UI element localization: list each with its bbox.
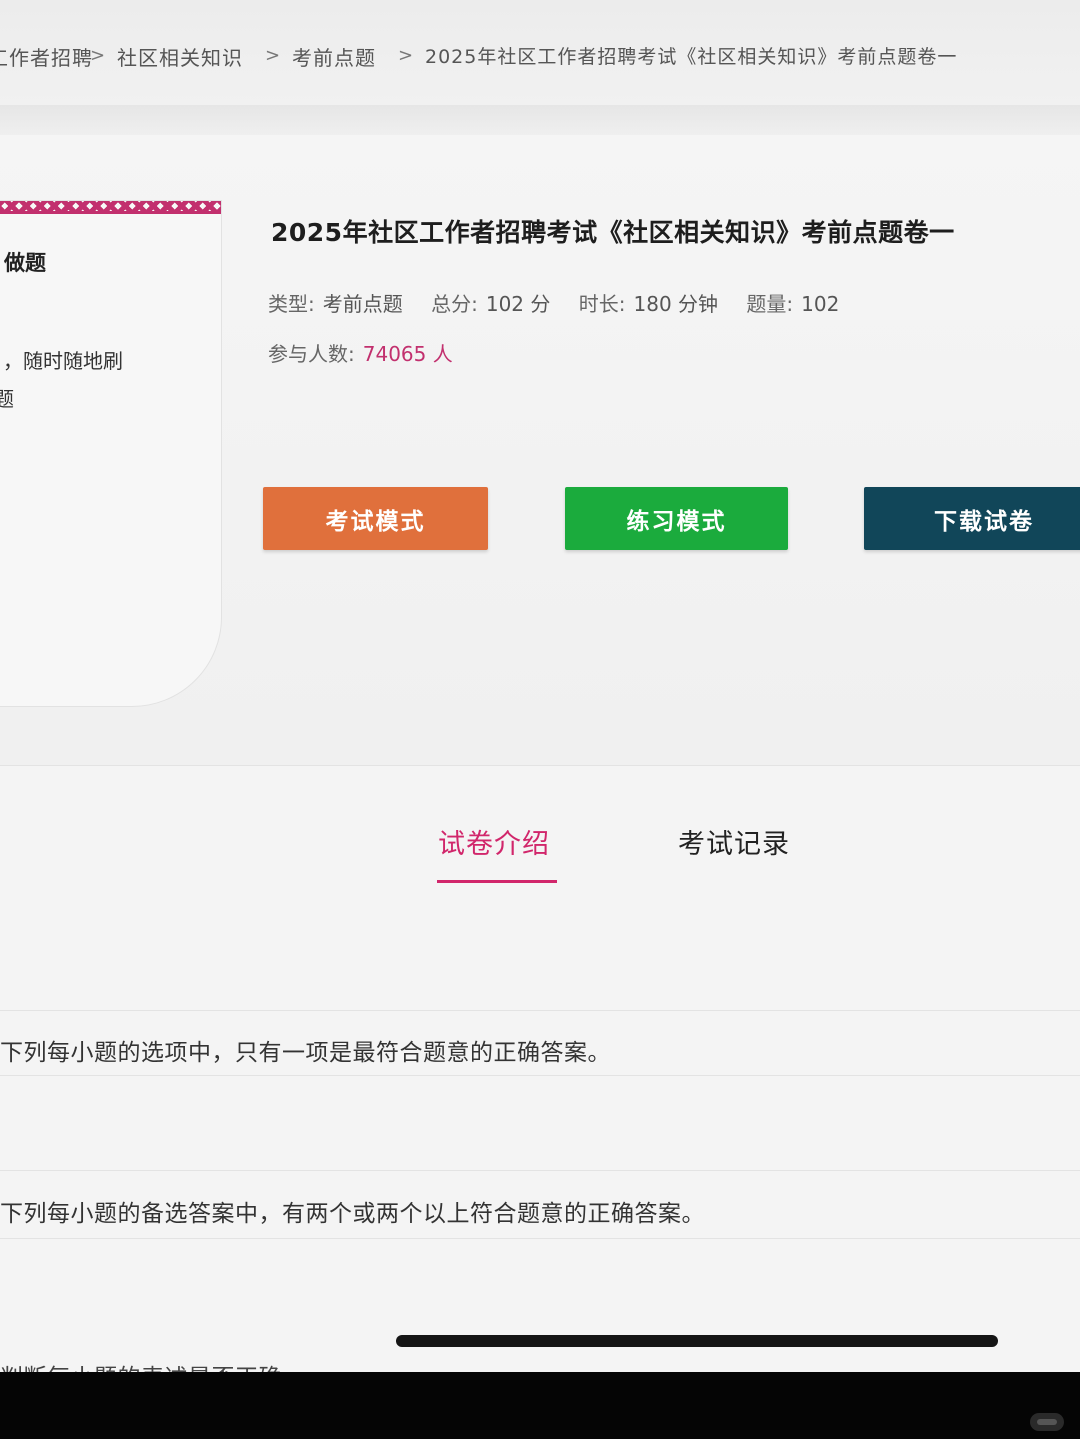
count-value: 102 bbox=[801, 292, 840, 316]
participants-label: 参与人数: bbox=[268, 342, 355, 366]
watermark-icon bbox=[1030, 1413, 1064, 1431]
active-tab-indicator bbox=[437, 880, 557, 883]
app-promo-card[interactable]: 做题 ，随时随地刷 题 bbox=[0, 200, 222, 707]
promo-title: 做题 bbox=[4, 251, 46, 275]
type-label: 类型: bbox=[268, 292, 315, 316]
duration-value: 180 分钟 bbox=[633, 292, 719, 316]
count-label: 题量: bbox=[746, 292, 794, 316]
breadcrumb-item-preexam[interactable]: 考前点题 bbox=[292, 42, 376, 71]
divider bbox=[0, 1075, 1080, 1076]
header-band bbox=[0, 105, 1080, 135]
zigzag-border bbox=[0, 201, 221, 214]
paper-title: 2025年社区工作者招聘考试《社区相关知识》考前点题卷一 bbox=[271, 218, 955, 247]
download-paper-button[interactable]: 下载试卷 bbox=[864, 487, 1080, 550]
divider bbox=[0, 1010, 1080, 1011]
type-value: 考前点题 bbox=[322, 292, 403, 316]
breadcrumb-separator: > bbox=[90, 45, 106, 66]
home-indicator[interactable] bbox=[396, 1335, 998, 1347]
divider bbox=[0, 765, 1080, 766]
practice-mode-button[interactable]: 练习模式 bbox=[565, 487, 788, 550]
rule-single-choice: 下列每小题的选项中，只有一项是最符合题意的正确答案。 bbox=[0, 1040, 611, 1066]
tab-paper-intro[interactable]: 试卷介绍 bbox=[438, 822, 550, 861]
rule-multiple-choice: 下列每小题的备选答案中，有两个或两个以上符合题意的正确答案。 bbox=[0, 1201, 705, 1227]
device-bezel bbox=[0, 1372, 1080, 1439]
paper-meta: 类型: 考前点题 总分: 102 分 时长: 180 分钟 题量: 102 bbox=[268, 288, 861, 317]
participants: 参与人数: 74065 人 bbox=[268, 338, 475, 367]
breadcrumb-separator: > bbox=[398, 45, 414, 66]
duration-label: 时长: bbox=[578, 292, 626, 316]
exam-mode-button[interactable]: 考试模式 bbox=[263, 487, 488, 550]
breadcrumb-item-knowledge[interactable]: 社区相关知识 bbox=[117, 42, 243, 71]
promo-line: 题 bbox=[0, 383, 14, 412]
divider bbox=[0, 1238, 1080, 1239]
breadcrumb-item-current: 2025年社区工作者招聘考试《社区相关知识》考前点题卷一 bbox=[425, 46, 958, 68]
tab-exam-record[interactable]: 考试记录 bbox=[678, 822, 790, 861]
participants-value: 74065 人 bbox=[362, 342, 453, 366]
breadcrumb-item-recruitment[interactable]: 工作者招聘 bbox=[0, 42, 93, 71]
score-value: 102 分 bbox=[485, 292, 551, 316]
divider bbox=[0, 1170, 1080, 1171]
tab-bar: 试卷介绍 考试记录 bbox=[0, 770, 1080, 930]
promo-line: ，随时随地刷 bbox=[3, 349, 123, 373]
score-label: 总分: bbox=[431, 292, 478, 316]
breadcrumb: 工作者招聘 > 社区相关知识 > 考前点题 > 2025年社区工作者招聘考试《社… bbox=[0, 0, 1080, 105]
breadcrumb-separator: > bbox=[265, 45, 281, 66]
